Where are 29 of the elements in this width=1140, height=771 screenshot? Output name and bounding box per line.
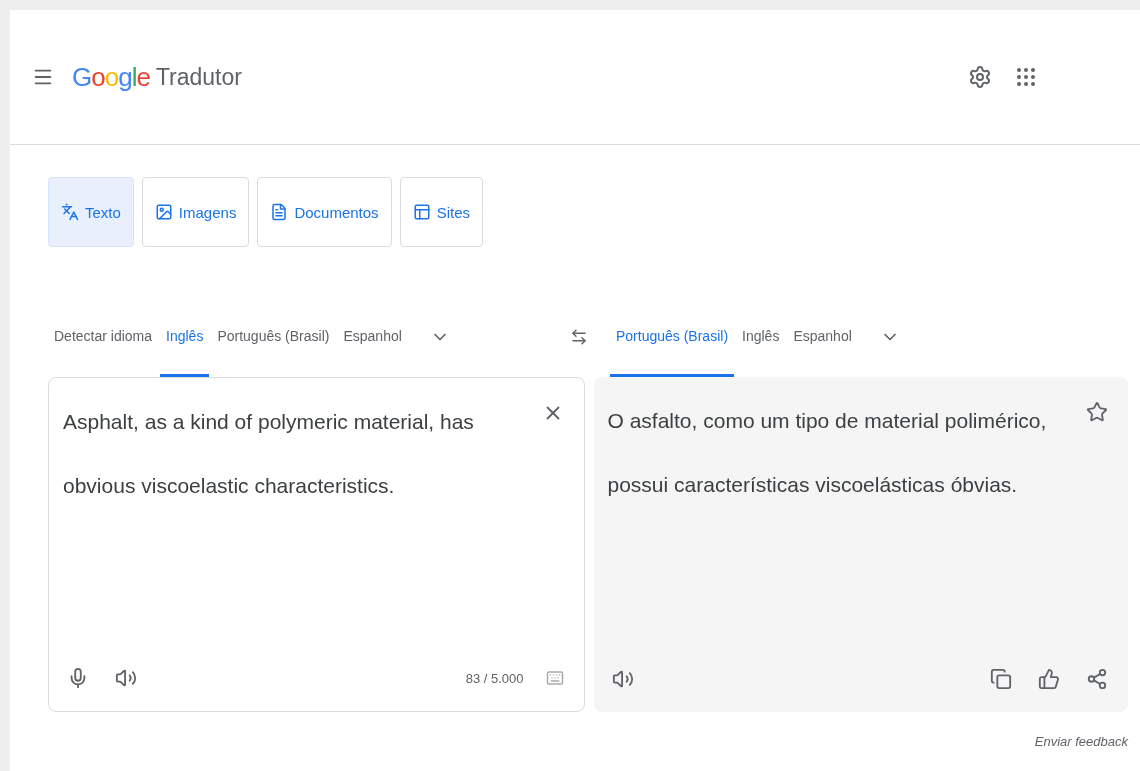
language-tab[interactable]: Espanhol [787,297,858,377]
speaker-icon [611,668,634,690]
language-tab[interactable]: Inglês [736,297,786,377]
character-count: 83 / 5.000 [465,670,524,686]
copy-icon [990,668,1012,690]
mode-tab[interactable]: Documentos [257,177,392,247]
thumbs-icon [1038,668,1060,690]
product-name: Tradutor [155,63,242,91]
image-mode-icon [154,203,173,221]
keyboard-icon [545,669,564,687]
apps-grid-icon [1014,65,1038,89]
mode-tab[interactable]: Imagens [141,177,250,247]
site-mode-icon [412,203,431,221]
text-mode-icon [61,203,79,221]
language-tab[interactable]: Detectar idioma [48,297,159,377]
language-tab[interactable]: Espanhol [337,297,408,377]
star-icon [1086,401,1108,423]
speaker-icon [115,667,137,689]
swap-icon [570,328,588,346]
logo: Google [72,61,150,93]
language-tab[interactable]: Português (Brasil) [211,297,336,377]
mode-tab[interactable]: Sites [399,177,483,247]
source-text[interactable]: Asphalt, as a kind of polymeric material, has obvious viscoelastic characteristics. [63,390,528,663]
feedback-link[interactable]: Enviar feedback [1034,734,1128,749]
translated-text: O asfalto, como um tipo de material polimérico, possui características viscoelásticas óbvias. [607,408,1048,498]
share-icon [1086,668,1108,690]
mode-tab[interactable]: Texto [48,177,134,247]
settings-icon [968,65,992,89]
document-mode-icon [270,203,289,221]
